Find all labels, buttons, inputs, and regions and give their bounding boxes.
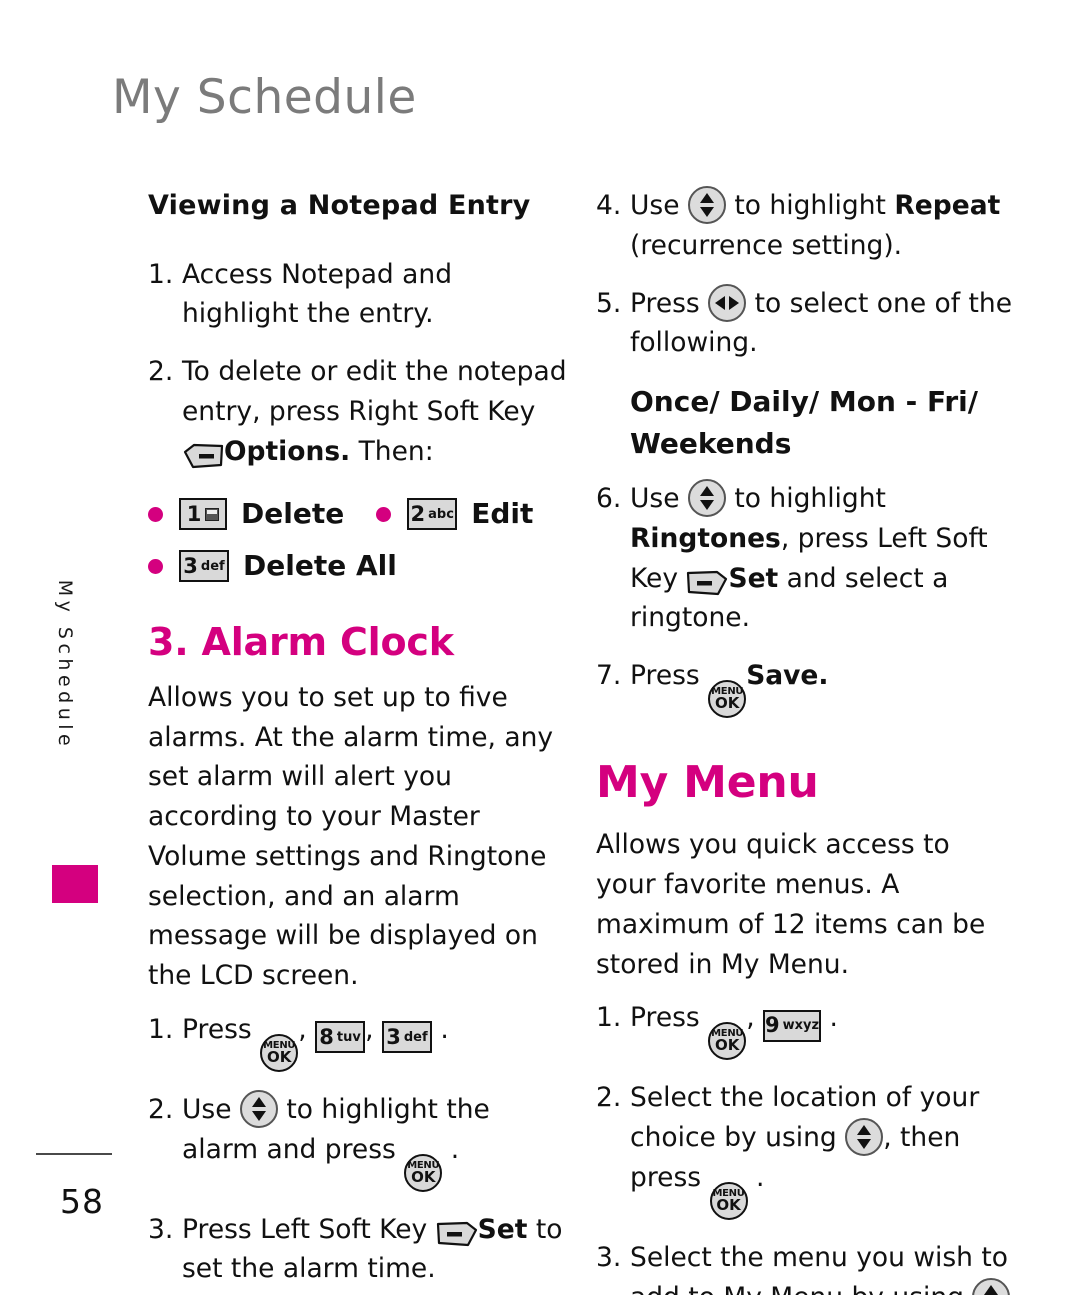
step-number: 2.: [596, 1082, 622, 1114]
options-bullet-list: 1 Delete 2 abc Edit 3 def Delete All: [148, 493, 568, 587]
step-text: Select the menu you wish to add to My Me…: [630, 1241, 1009, 1295]
my-menu-heading: My Menu: [596, 757, 819, 808]
step-bold-text: Repeat: [894, 190, 1001, 221]
step-number: 1.: [148, 258, 174, 290]
footer-divider: [36, 1153, 112, 1155]
step-text-end: (recurrence setting).: [630, 229, 903, 261]
step-text: Access Notepad and highlight the entry.: [182, 258, 453, 330]
bullet-dot-icon: [148, 558, 163, 574]
list-item: 1. Press MENU OK , 9 wxyz .: [596, 998, 1016, 1061]
key-8-tuv-icon: 8 tuv: [315, 1021, 366, 1054]
menu-ok-key-icon: MENU OK: [404, 1153, 443, 1192]
bullet-dot-icon: [376, 506, 392, 522]
list-item: 2. Use to highlight the alarm and press …: [148, 1089, 568, 1192]
step-number: 6.: [596, 483, 622, 514]
nav-up-down-icon: [687, 186, 726, 224]
nav-up-down-icon: [687, 479, 726, 517]
option-label: Delete: [241, 497, 345, 531]
step-text: Press: [630, 287, 700, 319]
option-label: Delete All: [243, 549, 397, 583]
comma-separator: ,: [298, 1013, 307, 1045]
period: .: [829, 1002, 838, 1034]
side-tab-color-block: [52, 865, 98, 903]
list-item: 2. To delete or edit the notepad entry, …: [148, 352, 568, 471]
step-text: Use: [182, 1093, 232, 1125]
list-item: 6. Use to highlight Ringtones, press Lef…: [596, 479, 1016, 638]
repeat-options-text: Once/ Daily/ Mon - Fri/ Weekends: [630, 385, 978, 460]
step-number: 4.: [596, 190, 622, 221]
left-column: Viewing a Notepad Entry 1. Access Notepa…: [148, 186, 568, 1295]
right-column: 4. Use to highlight Repeat (recurrence s…: [596, 186, 1016, 1295]
comma-separator: ,: [365, 1013, 374, 1045]
nav-left-right-icon: [708, 283, 747, 322]
right-soft-key-icon: [182, 443, 224, 469]
comma-separator: ,: [746, 1002, 755, 1034]
key-3-def-icon: 3 def: [381, 1021, 432, 1054]
voicemail-icon: [205, 507, 220, 521]
step-text: Use: [630, 190, 680, 221]
manual-page: My Schedule My Schedule 58 Viewing a Not…: [0, 0, 1080, 1295]
key-1-voicemail-icon: 1: [179, 498, 227, 531]
step-text-cont: to highlight: [734, 190, 886, 221]
menu-ok-key-icon: MENU OK: [709, 1181, 748, 1220]
side-tab-label: My Schedule: [54, 579, 76, 751]
list-item: 3. Select the menu you wish to add to My…: [596, 1238, 1016, 1295]
step-bold-text: Options.: [224, 435, 351, 467]
step-number: 3.: [596, 1241, 622, 1273]
step-number: 3.: [148, 1213, 174, 1245]
alarm-clock-heading: 3. Alarm Clock: [148, 620, 454, 665]
step-text: Press Left Soft Key: [182, 1213, 428, 1245]
alarm-clock-body: Allows you to set up to five alarms. At …: [148, 681, 554, 992]
period: .: [450, 1133, 460, 1165]
key-3-def-icon: 3 def: [179, 550, 229, 583]
step-text-end: and select a ringtone.: [630, 562, 949, 634]
my-menu-body: Allows you quick access to your favorite…: [596, 829, 986, 980]
step-text-cont: to highlight: [734, 483, 886, 514]
nav-up-down-icon: [239, 1089, 278, 1128]
step-number: 2.: [148, 1093, 174, 1125]
step-text: Press: [182, 1013, 252, 1045]
list-item: 7. Press MENU OK Save.: [596, 656, 1016, 718]
list-item: 3 def Delete All: [148, 545, 568, 587]
period: .: [440, 1013, 449, 1045]
step-number: 7.: [596, 660, 622, 691]
step-text: To delete or edit the notepad entry, pre…: [182, 356, 567, 427]
step-number: 1.: [148, 1013, 174, 1045]
section-subheading: Viewing a Notepad Entry: [148, 190, 531, 221]
nav-up-down-icon: [845, 1118, 884, 1157]
list-item: 2. Select the location of your choice by…: [596, 1078, 1016, 1220]
step-number: 5.: [596, 287, 622, 319]
page-title: My Schedule: [112, 70, 417, 125]
side-tab: My Schedule: [52, 580, 98, 903]
key-2-abc-icon: 2 abc: [407, 498, 458, 531]
step-bold-text-2: Set: [728, 562, 779, 594]
step-text-cont: Then:: [358, 435, 434, 467]
page-number: 58: [60, 1182, 104, 1221]
step-text: Press: [630, 660, 700, 691]
left-soft-key-icon: [686, 570, 728, 596]
list-item: 5. Press to select one of the following.: [596, 283, 1016, 364]
period: .: [755, 1161, 765, 1193]
list-item: 1. Access Notepad and highlight the entr…: [148, 255, 568, 335]
step-number: 1.: [596, 1002, 622, 1034]
list-item: 1. Press MENU OK , 8 tuv , 3 def .: [148, 1010, 568, 1072]
step-text: Press: [630, 1002, 700, 1034]
bullet-dot-icon: [148, 506, 163, 522]
menu-ok-key-icon: MENU OK: [260, 1033, 299, 1072]
list-item: 3. Press Left Soft Key Set to set the al…: [148, 1210, 568, 1290]
list-item: 4. Use to highlight Repeat (recurrence s…: [596, 186, 1016, 266]
left-soft-key-icon: [436, 1221, 478, 1247]
step-number: 2.: [148, 356, 174, 387]
list-item: 1 Delete 2 abc Edit: [148, 493, 568, 535]
step-bold-text: Save.: [746, 660, 829, 691]
key-9-wxyz-icon: 9 wxyz: [763, 1009, 822, 1042]
step-bold-text: Set: [477, 1213, 528, 1245]
step-bold-text: Ringtones: [630, 522, 781, 554]
menu-ok-key-icon: MENU OK: [708, 680, 747, 718]
option-label: Edit: [471, 497, 534, 531]
step-text: Use: [630, 483, 680, 514]
nav-up-down-icon: [972, 1277, 1011, 1295]
menu-ok-key-icon: MENU OK: [708, 1022, 747, 1061]
